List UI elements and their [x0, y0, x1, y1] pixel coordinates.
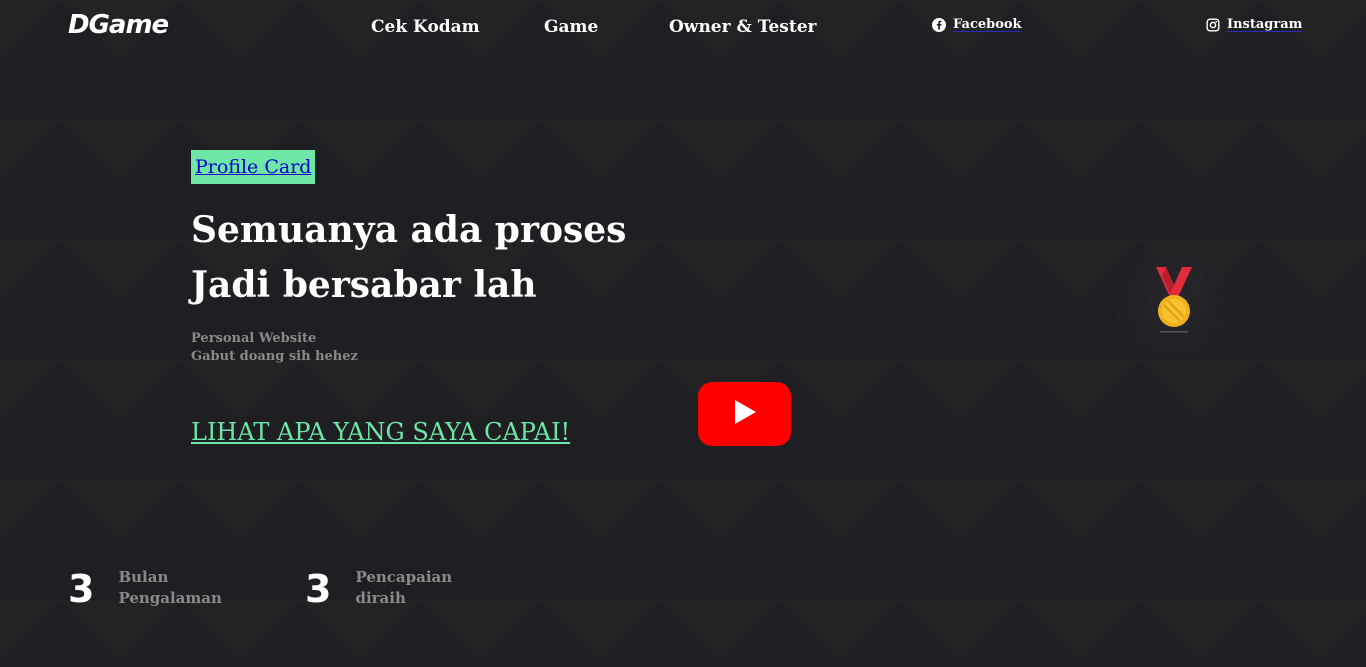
headline-line-2: Jadi bersabar lah	[191, 264, 537, 306]
instagram-label: Instagram	[1227, 17, 1303, 32]
site-logo[interactable]: DGame	[68, 10, 169, 40]
hero-headline: Semuanya ada proses Jadi bersabar lah	[191, 203, 626, 313]
stat-experience: 3 Bulan Pengalaman	[68, 566, 222, 612]
facebook-link[interactable]: Facebook	[932, 17, 1022, 32]
stat-experience-number: 3	[68, 567, 95, 611]
instagram-link[interactable]: Instagram	[1206, 17, 1302, 32]
facebook-label: Facebook	[953, 17, 1022, 32]
gold-medal-icon	[1152, 265, 1196, 339]
stat-achievements-label: Pencapaian diraih	[355, 566, 452, 609]
stat-experience-label-line-2: Pengalaman	[118, 589, 222, 607]
subtext-line-1: Personal Website	[191, 331, 317, 346]
medal-container	[1112, 240, 1236, 364]
nav-cek-kodam[interactable]: Cek Kodam	[371, 17, 480, 37]
stat-experience-label-line-1: Bulan	[118, 568, 169, 586]
stat-achievements-number: 3	[305, 567, 332, 611]
youtube-play-icon	[732, 399, 758, 429]
stat-achievements-label-line-1: Pencapaian	[355, 568, 453, 586]
profile-card-link[interactable]: Profile Card	[191, 150, 316, 184]
facebook-icon	[932, 17, 946, 32]
headline-line-1: Semuanya ada proses	[191, 209, 627, 251]
achievements-cta-link[interactable]: LIHAT APA YANG SAYA CAPAI!	[191, 418, 570, 446]
instagram-icon	[1206, 17, 1220, 32]
stat-achievements-label-line-2: diraih	[355, 589, 406, 607]
stat-experience-label: Bulan Pengalaman	[118, 566, 221, 609]
nav-owner-tester[interactable]: Owner & Tester	[669, 17, 816, 37]
subtext-line-2: Gabut doang sih hehez	[191, 349, 358, 364]
youtube-play-button[interactable]	[698, 382, 791, 446]
stat-achievements: 3 Pencapaian diraih	[305, 566, 452, 612]
hero-subtext: Personal Website Gabut doang sih hehez	[191, 330, 358, 366]
nav-game[interactable]: Game	[544, 17, 598, 37]
